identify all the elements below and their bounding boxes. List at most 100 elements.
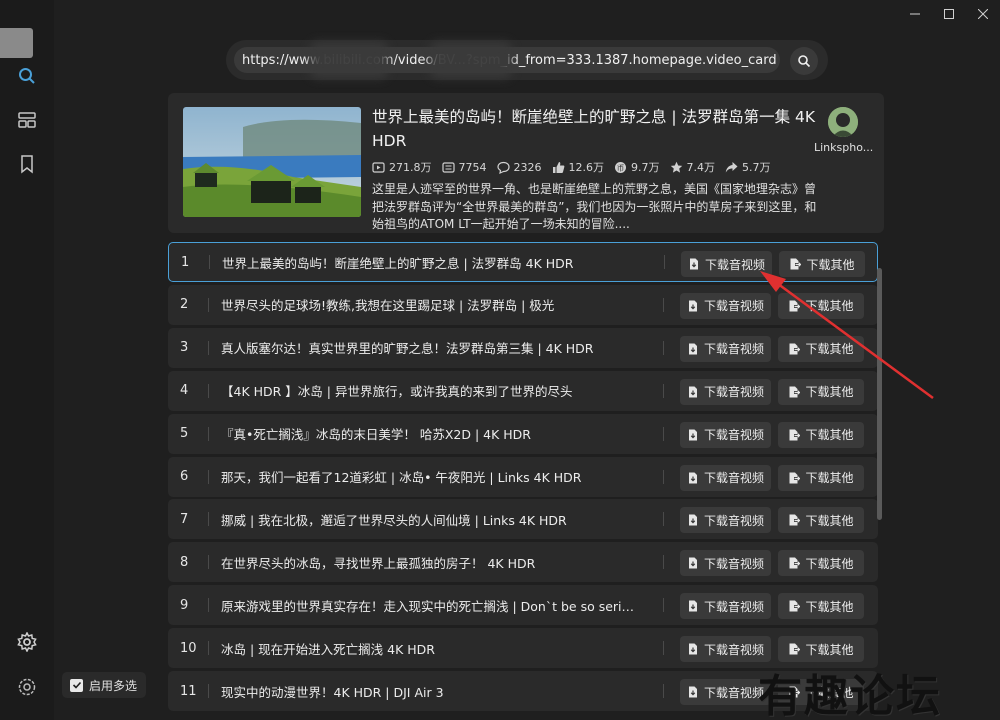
multi-select-toggle[interactable]: 启用多选	[62, 672, 146, 698]
download-av-button[interactable]: 下载音视频	[680, 593, 771, 620]
episode-row[interactable]: 8 在世界尽头的冰岛，寻找世界上最孤独的房子！ 4K HDR 下载音视频 下载其他	[168, 542, 878, 583]
download-other-button[interactable]: 下载其他	[778, 292, 864, 319]
sidebar-search[interactable]	[15, 64, 39, 88]
episode-row[interactable]: 6 那天，我们一起看了12道彩虹 | 冰岛• 午夜阳光 | Links 4K HD…	[168, 456, 878, 497]
stat-danmaku-value: 7754	[458, 160, 487, 174]
stat-shares-value: 5.7万	[742, 161, 771, 174]
download-other-label: 下载其他	[805, 342, 854, 357]
episode-row[interactable]: 7 挪威 | 我在北极，邂逅了世界尽头的人间仙境 | Links 4K HDR 下载…	[168, 499, 878, 540]
episode-row[interactable]: 5 『真•死亡搁浅』冰岛的末日美学！ 哈苏X2D | 4K HDR 下载音视频 下载其…	[168, 413, 878, 454]
download-other-button[interactable]: 下载其他	[778, 550, 864, 577]
settings-icon	[18, 678, 36, 696]
download-other-button[interactable]: 下载其他	[778, 593, 864, 620]
download-other-label: 下载其他	[805, 599, 854, 614]
download-av-button[interactable]: 下载音视频	[680, 421, 771, 448]
url-redaction	[310, 42, 388, 78]
row-divider	[663, 469, 664, 484]
stat-coins: 币 9.7万	[614, 159, 660, 175]
download-av-label: 下载音视频	[703, 685, 764, 700]
download-other-button[interactable]: 下载其他	[778, 464, 864, 491]
file-export-icon	[789, 343, 801, 355]
row-divider	[663, 383, 664, 398]
coin-icon: 币	[615, 161, 626, 173]
download-av-button[interactable]: 下载音视频	[680, 636, 771, 663]
download-other-label: 下载其他	[805, 428, 854, 443]
file-download-icon	[688, 643, 697, 655]
download-other-button[interactable]: 下载其他	[779, 251, 865, 277]
sidebar-gear[interactable]	[15, 630, 39, 654]
video-description: 这里是人迹罕至的世界一角、也是断崖绝壁上的荒野之息，美国《国家地理杂志》曾把法罗…	[372, 182, 817, 231]
video-thumbnail[interactable]	[183, 107, 361, 217]
episode-row[interactable]: 1 世界上最美的岛屿！断崖绝壁上的旷野之息 | 法罗群岛 4K HDR 下载音视频 下…	[168, 242, 878, 282]
file-download-icon	[688, 514, 697, 526]
file-export-icon	[789, 643, 801, 655]
watermark: 有趣论坛	[758, 671, 942, 720]
row-divider	[208, 555, 209, 570]
minimize-icon	[910, 13, 920, 15]
download-av-label: 下载音视频	[704, 257, 765, 272]
episode-title: 原来游戏里的世界真实存在！走入现实中的死亡搁浅 | Don`t be so se…	[221, 598, 641, 614]
episode-number: 11	[180, 683, 197, 699]
row-divider	[663, 641, 664, 656]
download-av-button[interactable]: 下载音视频	[680, 378, 771, 405]
checkbox-checked[interactable]	[70, 678, 83, 692]
stat-comments: 2326	[496, 161, 542, 174]
episode-number: 7	[180, 511, 189, 527]
stat-likes: 12.6万	[552, 159, 604, 175]
multi-select-label: 启用多选	[89, 678, 138, 693]
file-export-icon	[789, 429, 801, 441]
episode-title: 冰岛 | 现在开始进入死亡搁浅 4K HDR	[221, 641, 435, 657]
download-av-button[interactable]: 下载音视频	[680, 292, 771, 319]
file-export-icon	[789, 300, 801, 312]
episode-row[interactable]: 3 真人版塞尔达！真实世界里的旷野之息！法罗群岛第三集 | 4K HDR 下载音视频…	[168, 327, 878, 368]
user-avatar[interactable]	[0, 28, 33, 58]
download-other-label: 下载其他	[805, 513, 854, 528]
download-other-button[interactable]: 下载其他	[778, 636, 864, 663]
maximize-button[interactable]	[932, 0, 966, 28]
star-icon	[670, 161, 682, 173]
gear-icon	[17, 632, 37, 652]
download-av-button[interactable]: 下载音视频	[680, 464, 771, 491]
uploader-name[interactable]: Linkspho...	[814, 141, 873, 154]
download-other-button[interactable]: 下载其他	[778, 378, 864, 405]
episode-number: 9	[180, 597, 189, 613]
download-av-button[interactable]: 下载音视频	[680, 550, 771, 577]
sidebar-settings[interactable]	[15, 675, 39, 699]
episode-row[interactable]: 2 世界尽头的足球场!教练,我想在这里踢足球 | 法罗群岛 | 极光 下载音视频 下载…	[168, 284, 878, 325]
download-av-label: 下载音视频	[703, 599, 764, 614]
stat-plays-value: 271.8万	[389, 161, 432, 174]
episode-row[interactable]: 4 【4K HDR 】冰岛 | 异世界旅行，或许我真的来到了世界的尽头 下载音视频 下…	[168, 370, 878, 411]
like-icon	[552, 161, 564, 173]
minimize-button[interactable]	[898, 0, 932, 28]
download-av-button[interactable]: 下载音视频	[680, 335, 771, 362]
stat-coins-value: 9.7万	[631, 161, 660, 174]
download-other-button[interactable]: 下载其他	[778, 421, 864, 448]
file-download-icon	[688, 343, 697, 355]
download-av-button[interactable]: 下载音视频	[681, 251, 772, 277]
sidebar-layout[interactable]	[15, 108, 39, 132]
download-av-label: 下载音视频	[703, 471, 764, 485]
download-other-button[interactable]: 下载其他	[778, 507, 864, 534]
download-other-label: 下载其他	[806, 257, 855, 272]
download-av-label: 下载音视频	[703, 513, 764, 528]
download-av-label: 下载音视频	[703, 299, 764, 314]
episode-title: 现实中的动漫世界！4K HDR | DJI Air 3	[221, 684, 444, 700]
search-button[interactable]	[790, 47, 818, 75]
download-other-button[interactable]: 下载其他	[778, 335, 864, 362]
svg-text:币: 币	[617, 163, 625, 172]
list-scrollbar[interactable]	[877, 268, 882, 520]
layout-icon	[18, 112, 36, 128]
file-download-icon	[688, 472, 697, 483]
download-av-label: 下载音视频	[703, 385, 764, 400]
search-icon	[19, 68, 35, 84]
row-divider	[208, 469, 209, 484]
episode-title: 真人版塞尔达！真实世界里的旷野之息！法罗群岛第三集 | 4K HDR	[221, 341, 594, 357]
file-download-icon	[688, 300, 697, 312]
close-button[interactable]	[966, 0, 1000, 28]
download-av-button[interactable]: 下载音视频	[680, 507, 771, 534]
uploader-avatar[interactable]	[828, 107, 858, 137]
episode-row[interactable]: 9 原来游戏里的世界真实存在！走入现实中的死亡搁浅 | Don`t be so s…	[168, 585, 878, 626]
episode-number: 4	[180, 383, 189, 399]
stat-favorites: 7.4万	[670, 159, 715, 175]
sidebar-bookmark[interactable]	[15, 152, 39, 176]
